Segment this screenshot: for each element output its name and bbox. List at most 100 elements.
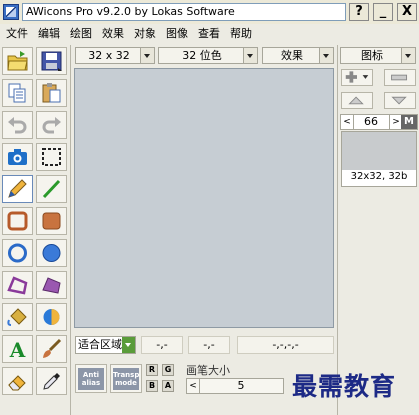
thumbnail-caption: 32x32, 32b xyxy=(350,171,408,182)
redo-button[interactable] xyxy=(36,111,67,139)
icon-pager: < 66 > M xyxy=(340,114,418,130)
move-up-button[interactable] xyxy=(341,92,373,109)
selection-size: -,- xyxy=(188,336,230,354)
effects-dropdown[interactable]: 效果 xyxy=(262,47,334,64)
ellipse-button[interactable] xyxy=(2,239,33,267)
channel-g-button[interactable]: G xyxy=(162,364,174,376)
pencil-button[interactable] xyxy=(2,175,33,203)
zoom-dropdown[interactable]: 适合区域 xyxy=(75,336,136,354)
menu-image[interactable]: 图像 xyxy=(166,27,188,41)
size-dropdown[interactable]: 32 x 32 xyxy=(75,47,155,64)
eraser-button[interactable] xyxy=(2,367,33,395)
fill-button[interactable] xyxy=(2,303,33,331)
menu-effects[interactable]: 效果 xyxy=(102,27,124,41)
channel-b-button[interactable]: B xyxy=(146,380,158,392)
line-icon xyxy=(42,179,61,199)
minimize-button[interactable]: _ xyxy=(373,3,393,21)
transparency-icon xyxy=(43,309,60,325)
chevron-down-icon xyxy=(140,48,154,63)
eyedropper-button[interactable] xyxy=(36,367,67,395)
help-button[interactable]: ? xyxy=(349,3,369,21)
move-down-button[interactable] xyxy=(384,92,416,109)
m-button[interactable]: M xyxy=(401,115,417,129)
filled-polygon-icon xyxy=(42,277,61,294)
text-icon: A xyxy=(9,338,26,360)
menu-view[interactable]: 查看 xyxy=(198,27,220,41)
cursor-position: -,- xyxy=(141,336,183,354)
antialias-label: Anti alias xyxy=(78,368,104,390)
transparent-mode-button[interactable]: Transp mode xyxy=(110,364,142,393)
chevron-down-icon xyxy=(319,48,333,63)
channel-r-button[interactable]: R xyxy=(146,364,158,376)
effects-value: 效果 xyxy=(281,49,303,62)
chevron-down-icon xyxy=(391,96,407,105)
filled-rectangle-button[interactable] xyxy=(36,207,67,235)
copy-button[interactable] xyxy=(2,79,33,107)
icon-dropdown-value: 图标 xyxy=(361,49,383,62)
filled-polygon-button[interactable] xyxy=(36,271,67,299)
chevron-down-icon xyxy=(243,48,257,63)
icon-thumbnail[interactable]: 32x32, 32b xyxy=(341,131,417,187)
selection-icon xyxy=(42,148,61,166)
color-depth-dropdown[interactable]: 32 位色 xyxy=(158,47,258,64)
menu-edit[interactable]: 编辑 xyxy=(38,27,60,41)
undo-button[interactable] xyxy=(2,111,33,139)
redo-icon xyxy=(42,117,61,134)
eraser-icon xyxy=(8,375,26,391)
plus-icon xyxy=(345,71,369,83)
paste-button[interactable] xyxy=(36,79,67,107)
svg-text:A: A xyxy=(9,338,26,360)
menu-object[interactable]: 对象 xyxy=(134,27,156,41)
menu-bar: 文件 编辑 绘图 效果 对象 图像 查看 帮助 xyxy=(0,25,419,43)
open-folder-icon xyxy=(7,51,28,71)
antialias-button[interactable]: Anti alias xyxy=(75,364,107,393)
filled-ellipse-icon xyxy=(42,244,61,262)
text-button[interactable]: A xyxy=(2,335,33,363)
menu-draw[interactable]: 绘图 xyxy=(70,27,92,41)
eyedropper-icon xyxy=(43,373,60,390)
brush-size-value[interactable]: 5 xyxy=(199,379,283,393)
undo-icon xyxy=(8,117,27,134)
brush-size-spinner[interactable]: < 5 xyxy=(186,378,284,394)
watermark: 最需教育 xyxy=(292,372,397,401)
selection-rect: -,-,-,- xyxy=(237,336,334,354)
copy-icon xyxy=(8,83,26,103)
filled-rectangle-icon xyxy=(42,212,61,230)
brush-icon xyxy=(43,338,62,358)
channel-a-button[interactable]: A xyxy=(162,380,174,392)
paste-icon xyxy=(42,83,61,103)
panel-divider xyxy=(70,45,71,415)
menu-help[interactable]: 帮助 xyxy=(230,27,252,41)
icon-dropdown[interactable]: 图标 xyxy=(340,47,416,64)
brush-button[interactable] xyxy=(36,335,67,363)
ellipse-icon xyxy=(8,243,27,263)
add-icon-button[interactable] xyxy=(341,69,373,86)
close-button[interactable]: X xyxy=(397,3,417,21)
menu-file[interactable]: 文件 xyxy=(6,27,28,41)
rectangle-icon xyxy=(7,211,28,231)
select-button[interactable] xyxy=(36,143,67,171)
pager-value: 66 xyxy=(364,115,378,128)
camera-icon xyxy=(8,149,27,165)
color-depth-value: 32 位色 xyxy=(182,49,222,62)
open-button[interactable] xyxy=(2,47,33,75)
capture-button[interactable] xyxy=(2,143,33,171)
app-icon xyxy=(3,4,19,20)
line-button[interactable] xyxy=(36,175,67,203)
minus-icon xyxy=(391,74,408,81)
transparent-mode-label: Transp mode xyxy=(113,368,139,390)
pencil-icon xyxy=(8,179,27,198)
window-title: AWicons Pro v9.2.0 by Lokas Software xyxy=(22,3,346,21)
title-bar: AWicons Pro v9.2.0 by Lokas Software ? _… xyxy=(0,0,419,24)
thumbnail-preview xyxy=(342,132,416,170)
brush-size-label: 画笔大小 xyxy=(186,364,230,377)
save-button[interactable] xyxy=(36,47,67,75)
polygon-button[interactable] xyxy=(2,271,33,299)
remove-icon-button[interactable] xyxy=(384,69,416,86)
size-value: 32 x 32 xyxy=(88,49,130,62)
transparency-button[interactable] xyxy=(36,303,67,331)
drawing-canvas[interactable] xyxy=(74,68,334,328)
rectangle-button[interactable] xyxy=(2,207,33,235)
filled-ellipse-button[interactable] xyxy=(36,239,67,267)
save-icon xyxy=(41,51,62,71)
